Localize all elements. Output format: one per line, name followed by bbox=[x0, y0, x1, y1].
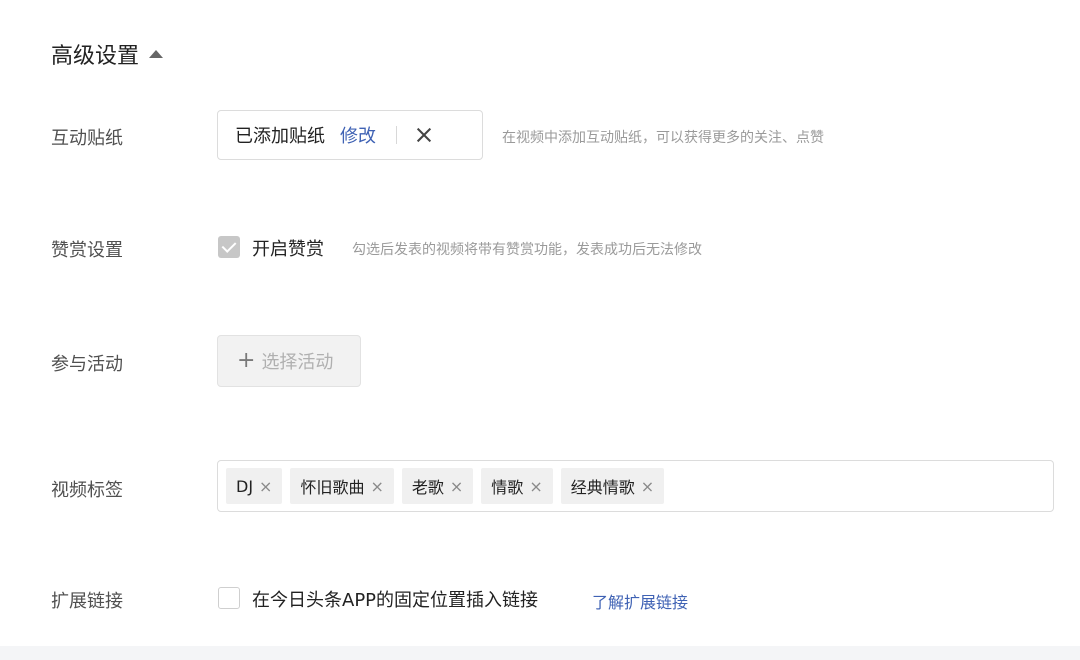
sticker-hint: 在视频中添加互动贴纸，可以获得更多的关注、点赞 bbox=[502, 130, 824, 146]
remove-tag-icon[interactable]: × bbox=[641, 477, 654, 496]
divider bbox=[396, 126, 397, 144]
tag-text: DJ bbox=[236, 476, 254, 496]
section-header[interactable]: 高级设置 bbox=[51, 38, 164, 70]
activity-label: 参与活动 bbox=[51, 354, 123, 375]
tags-label: 视频标签 bbox=[51, 480, 123, 501]
learn-extension-link[interactable]: 了解扩展链接 bbox=[592, 589, 688, 613]
reward-checkbox[interactable] bbox=[218, 236, 240, 258]
tag-chip: 情歌 × bbox=[481, 468, 553, 504]
tag-chip: 老歌 × bbox=[401, 468, 474, 504]
select-activity-button[interactable]: + 选择活动 bbox=[217, 335, 361, 387]
plus-icon: + bbox=[237, 348, 256, 373]
caret-up-icon[interactable] bbox=[149, 50, 164, 58]
tag-chip: DJ × bbox=[226, 468, 283, 504]
reward-option-label[interactable]: 开启赞赏 bbox=[252, 235, 324, 261]
remove-tag-icon[interactable]: × bbox=[529, 477, 542, 496]
remove-tag-icon[interactable]: × bbox=[259, 477, 272, 496]
remove-tag-icon[interactable]: × bbox=[370, 477, 383, 496]
extension-label: 扩展链接 bbox=[51, 591, 123, 612]
tag-text: 情歌 bbox=[491, 478, 524, 497]
sticker-value: 已添加贴纸 bbox=[235, 126, 325, 147]
extension-checkbox[interactable] bbox=[218, 587, 240, 609]
extension-option-label[interactable]: 在今日头条APP的固定位置插入链接 bbox=[252, 586, 538, 612]
remove-tag-icon[interactable]: × bbox=[450, 477, 463, 496]
footer-strip bbox=[0, 646, 1080, 660]
close-icon[interactable] bbox=[415, 126, 433, 144]
section-title: 高级设置 bbox=[51, 44, 140, 69]
tag-text: 老歌 bbox=[411, 478, 444, 497]
tag-text: 经典情歌 bbox=[570, 478, 635, 497]
sticker-field: 已添加贴纸 修改 bbox=[217, 110, 483, 160]
sticker-label: 互动贴纸 bbox=[51, 128, 123, 149]
reward-hint: 勾选后发表的视频将带有赞赏功能，发表成功后无法修改 bbox=[352, 242, 702, 258]
tag-chip: 经典情歌 × bbox=[560, 468, 665, 504]
reward-label: 赞赏设置 bbox=[51, 240, 123, 261]
tag-chip: 怀旧歌曲 × bbox=[290, 468, 394, 504]
modify-sticker-link[interactable]: 修改 bbox=[340, 122, 376, 148]
tags-input[interactable]: DJ × 怀旧歌曲 × 老歌 × 情歌 × 经典情歌 × bbox=[217, 460, 1054, 512]
tag-text: 怀旧歌曲 bbox=[300, 478, 365, 497]
select-activity-label: 选择活动 bbox=[261, 352, 334, 373]
